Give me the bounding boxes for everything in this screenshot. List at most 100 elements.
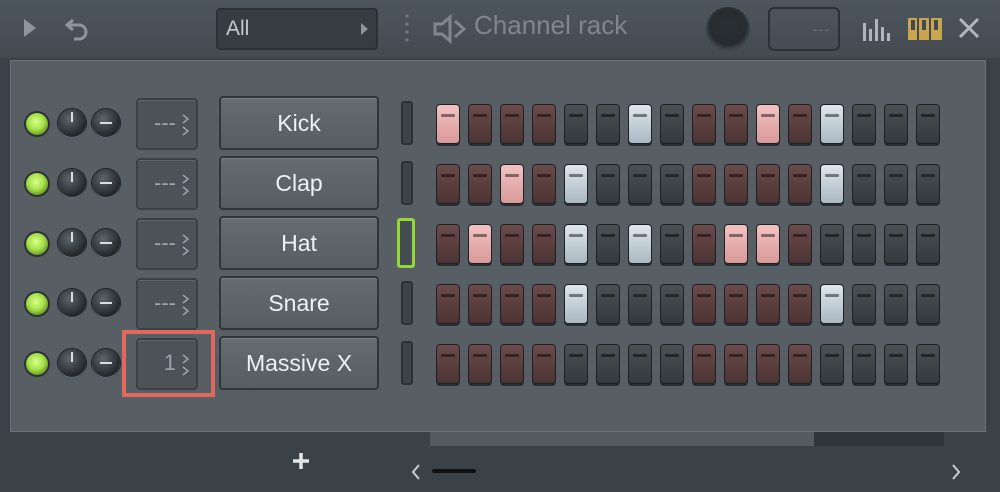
channel-select-indicator[interactable] (401, 281, 413, 325)
play-arrow-icon[interactable] (24, 19, 36, 37)
step-button[interactable] (660, 284, 684, 324)
step-button[interactable] (820, 344, 844, 384)
channel-name-button[interactable]: Kick (219, 96, 379, 150)
channel-volume-knob[interactable] (58, 349, 86, 377)
step-button[interactable] (916, 224, 940, 264)
step-button[interactable] (692, 344, 716, 384)
step-button[interactable] (884, 104, 908, 144)
step-button[interactable] (532, 344, 556, 384)
channel-pan-knob[interactable] (92, 169, 120, 197)
step-button[interactable] (756, 164, 780, 204)
step-button[interactable] (628, 344, 652, 384)
step-button[interactable] (468, 284, 492, 324)
step-button[interactable] (500, 344, 524, 384)
mixer-track-selector[interactable]: --- (136, 278, 198, 330)
step-button[interactable] (468, 164, 492, 204)
step-button[interactable] (916, 284, 940, 324)
step-button[interactable] (820, 284, 844, 324)
step-button[interactable] (692, 104, 716, 144)
step-button[interactable] (852, 104, 876, 144)
step-button[interactable] (788, 344, 812, 384)
step-button[interactable] (596, 104, 620, 144)
step-button[interactable] (724, 104, 748, 144)
step-button[interactable] (500, 164, 524, 204)
plus-icon[interactable] (290, 450, 312, 472)
step-button[interactable] (820, 104, 844, 144)
channel-volume-knob[interactable] (58, 109, 86, 137)
close-icon[interactable] (957, 16, 981, 40)
step-button[interactable] (660, 164, 684, 204)
graph-editor-icon[interactable] (862, 17, 894, 41)
grip-handle-icon[interactable] (405, 12, 409, 46)
step-button[interactable] (532, 104, 556, 144)
step-button[interactable] (916, 344, 940, 384)
step-button[interactable] (596, 344, 620, 384)
step-button[interactable] (564, 104, 588, 144)
step-button[interactable] (436, 344, 460, 384)
mixer-track-selector[interactable]: --- (136, 98, 198, 150)
step-button[interactable] (852, 224, 876, 264)
chevron-left-icon[interactable] (410, 463, 422, 481)
channel-name-button[interactable]: Massive X (219, 336, 379, 390)
channel-pan-knob[interactable] (92, 349, 120, 377)
step-button[interactable] (884, 284, 908, 324)
chevron-right-icon[interactable] (950, 463, 962, 481)
channel-pan-knob[interactable] (92, 289, 120, 317)
step-button[interactable] (884, 224, 908, 264)
step-button[interactable] (692, 284, 716, 324)
step-button[interactable] (820, 164, 844, 204)
channel-name-button[interactable]: Clap (219, 156, 379, 210)
undo-icon[interactable] (64, 14, 92, 42)
step-button[interactable] (756, 344, 780, 384)
step-button[interactable] (596, 164, 620, 204)
channel-pan-knob[interactable] (92, 109, 120, 137)
step-button[interactable] (692, 164, 716, 204)
step-button[interactable] (500, 104, 524, 144)
step-button[interactable] (532, 224, 556, 264)
channel-mute-led[interactable] (26, 293, 48, 315)
step-button[interactable] (436, 224, 460, 264)
step-button[interactable] (436, 104, 460, 144)
channel-volume-knob[interactable] (58, 289, 86, 317)
channel-select-indicator[interactable] (401, 101, 413, 145)
step-button[interactable] (788, 284, 812, 324)
step-button[interactable] (916, 104, 940, 144)
channel-volume-knob[interactable] (58, 169, 86, 197)
step-button[interactable] (820, 224, 844, 264)
channel-mute-led[interactable] (26, 113, 48, 135)
mixer-track-selector[interactable]: --- (136, 158, 198, 210)
step-button[interactable] (756, 224, 780, 264)
pattern-scroll-indicator[interactable] (432, 469, 476, 473)
step-button[interactable] (564, 224, 588, 264)
step-button[interactable] (500, 284, 524, 324)
step-button[interactable] (660, 344, 684, 384)
step-button[interactable] (852, 164, 876, 204)
step-button[interactable] (628, 224, 652, 264)
step-button[interactable] (724, 344, 748, 384)
step-button[interactable] (788, 224, 812, 264)
mixer-track-selector[interactable]: --- (136, 218, 198, 270)
step-button[interactable] (628, 104, 652, 144)
step-button[interactable] (468, 344, 492, 384)
step-button[interactable] (852, 284, 876, 324)
channel-mute-led[interactable] (26, 233, 48, 255)
step-button[interactable] (660, 104, 684, 144)
step-button[interactable] (532, 284, 556, 324)
piano-roll-icon[interactable] (908, 18, 942, 40)
channel-name-button[interactable]: Snare (219, 276, 379, 330)
step-button[interactable] (724, 164, 748, 204)
step-button[interactable] (436, 284, 460, 324)
channel-filter-dropdown[interactable]: All (216, 8, 378, 50)
channel-mute-led[interactable] (26, 353, 48, 375)
channel-select-indicator[interactable] (401, 341, 413, 385)
step-button[interactable] (468, 104, 492, 144)
step-button[interactable] (756, 104, 780, 144)
step-button[interactable] (660, 224, 684, 264)
step-button[interactable] (724, 284, 748, 324)
step-button[interactable] (884, 344, 908, 384)
step-button[interactable] (692, 224, 716, 264)
channel-select-indicator[interactable] (397, 218, 415, 268)
step-button[interactable] (436, 164, 460, 204)
step-button[interactable] (788, 164, 812, 204)
step-button[interactable] (564, 284, 588, 324)
